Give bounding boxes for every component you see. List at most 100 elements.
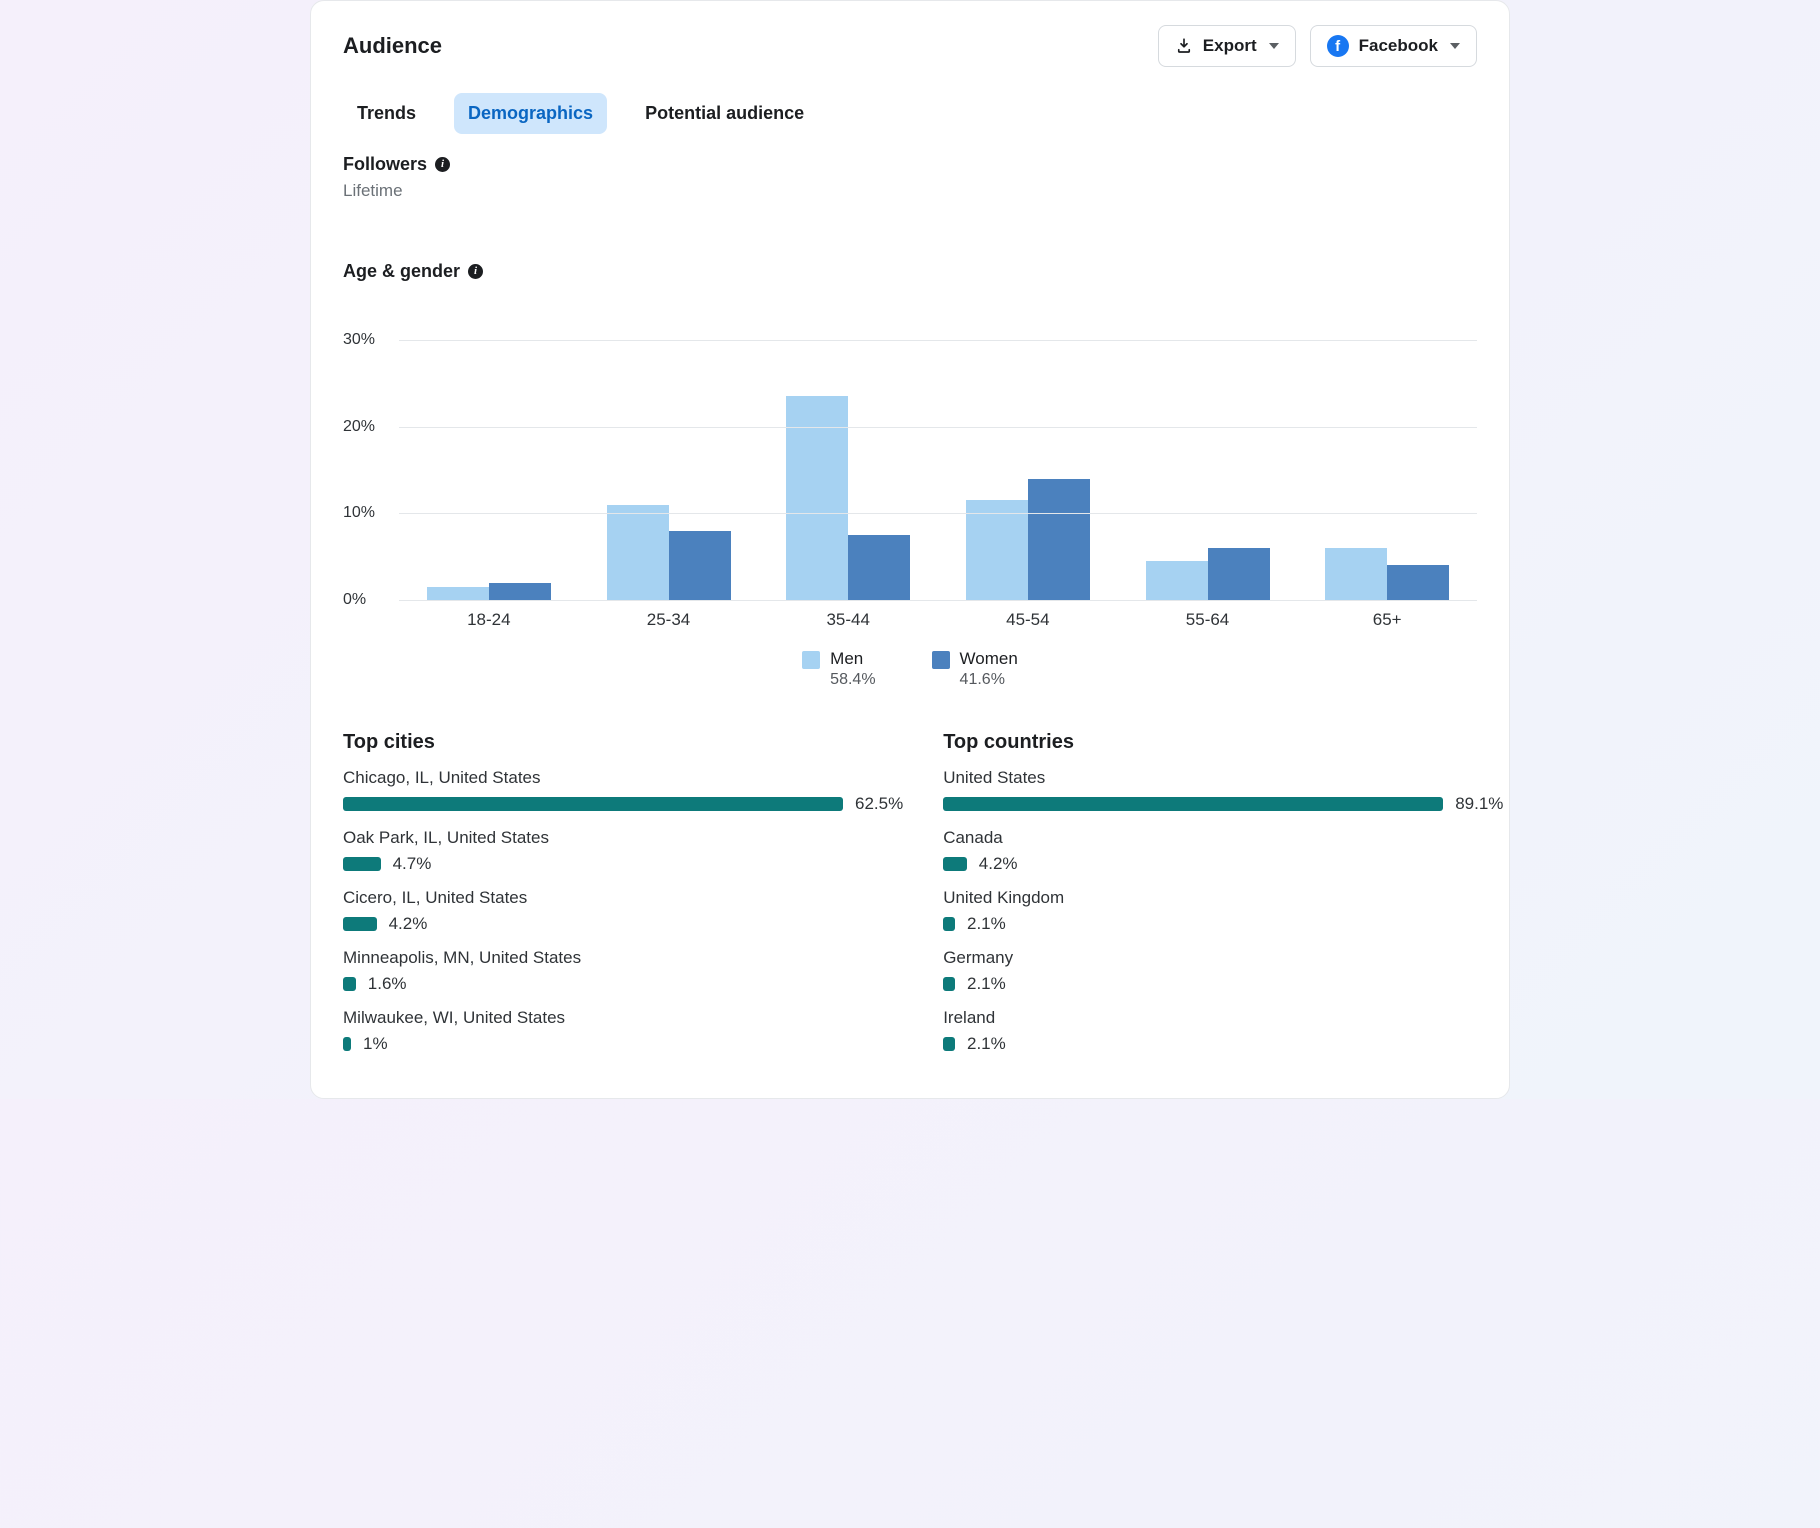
gridline [399, 513, 1477, 514]
card-title: Audience [343, 33, 442, 59]
list-item: Ireland 2.1% [943, 1008, 1503, 1054]
x-tick-label: 45-54 [938, 610, 1118, 630]
bar-women [669, 531, 731, 600]
hbar [943, 797, 1443, 811]
bar-group [938, 340, 1118, 600]
hbar [943, 977, 955, 991]
hbar-value: 4.2% [979, 854, 1018, 874]
legend-women-label: Women [960, 648, 1018, 670]
legend-men-pct: 58.4% [830, 670, 875, 691]
hbar-value: 1.6% [368, 974, 407, 994]
tabs: Trends Demographics Potential audience [343, 93, 1477, 134]
list-item-label: Germany [943, 948, 1503, 968]
hbar-wrap: 2.1% [943, 974, 1503, 994]
list-item-label: Cicero, IL, United States [343, 888, 903, 908]
list-item: Oak Park, IL, United States 4.7% [343, 828, 903, 874]
bar-group [758, 340, 938, 600]
chart-plot [399, 300, 1477, 600]
list-item: Milwaukee, WI, United States 1% [343, 1008, 903, 1054]
platform-label: Facebook [1359, 36, 1438, 56]
hbar-value: 2.1% [967, 974, 1006, 994]
x-tick-label: 35-44 [758, 610, 938, 630]
list-item: Canada 4.2% [943, 828, 1503, 874]
hbar-wrap: 62.5% [343, 794, 903, 814]
bar-women [1208, 548, 1270, 600]
swatch-men [802, 651, 820, 669]
hbar-value: 62.5% [855, 794, 903, 814]
top-cities-title: Top cities [343, 731, 903, 754]
hbar [943, 857, 967, 871]
hbar-wrap: 1.6% [343, 974, 903, 994]
hbar-wrap: 2.1% [943, 1034, 1503, 1054]
gridline [399, 427, 1477, 428]
platform-select[interactable]: f Facebook [1310, 25, 1477, 67]
chevron-down-icon [1269, 43, 1279, 49]
info-icon[interactable]: i [468, 264, 483, 279]
tab-potential-audience[interactable]: Potential audience [631, 93, 818, 134]
hbar [343, 1037, 351, 1051]
bar-men [1146, 561, 1208, 600]
list-item-label: United Kingdom [943, 888, 1503, 908]
hbar [343, 797, 843, 811]
y-tick-label: 10% [343, 504, 375, 522]
hbar-value: 89.1% [1455, 794, 1503, 814]
legend-women: Women 41.6% [932, 648, 1018, 691]
followers-title-row: Followers i [343, 154, 1477, 175]
top-countries: Top countries United States89.1% Canada 4.… [943, 731, 1503, 1068]
age-gender-section: Age & gender i 0%10%20%30% 18-2425-3435-… [343, 261, 1477, 691]
bar-group [1118, 340, 1298, 600]
swatch-women [932, 651, 950, 669]
followers-title: Followers [343, 154, 427, 175]
hbar-wrap: 1% [343, 1034, 903, 1054]
bar-women [489, 583, 551, 600]
list-item-label: Ireland [943, 1008, 1503, 1028]
bar-men [607, 505, 669, 600]
hbar-wrap: 2.1% [943, 914, 1503, 934]
hbar-value: 2.1% [967, 1034, 1006, 1054]
list-item-label: Milwaukee, WI, United States [343, 1008, 903, 1028]
list-item-label: Canada [943, 828, 1503, 848]
hbar-value: 4.2% [389, 914, 428, 934]
export-button[interactable]: Export [1158, 25, 1296, 67]
gridline [399, 600, 1477, 601]
hbar [343, 917, 377, 931]
top-countries-title: Top countries [943, 731, 1503, 754]
header-actions: Export f Facebook [1158, 25, 1477, 67]
facebook-icon: f [1327, 35, 1349, 57]
list-item: United States89.1% [943, 768, 1503, 814]
hbar-wrap: 4.2% [943, 854, 1503, 874]
x-axis-labels: 18-2425-3435-4445-5455-6465+ [399, 610, 1477, 630]
top-cities: Top cities Chicago, IL, United States 62.… [343, 731, 903, 1068]
legend-men: Men 58.4% [802, 648, 875, 691]
list-item: Minneapolis, MN, United States1.6% [343, 948, 903, 994]
export-label: Export [1203, 36, 1257, 56]
legend-women-pct: 41.6% [960, 670, 1018, 691]
chevron-down-icon [1450, 43, 1460, 49]
download-icon [1175, 37, 1193, 55]
hbar-wrap: 89.1% [943, 794, 1503, 814]
tab-demographics[interactable]: Demographics [454, 93, 607, 134]
bar-group [579, 340, 759, 600]
list-item-label: Oak Park, IL, United States [343, 828, 903, 848]
legend-men-label: Men [830, 648, 875, 670]
gridline [399, 340, 1477, 341]
hbar [343, 977, 356, 991]
top-lists: Top cities Chicago, IL, United States 62.… [343, 731, 1477, 1068]
hbar [943, 1037, 955, 1051]
card-header: Audience Export f Facebook [343, 25, 1477, 75]
y-tick-label: 30% [343, 331, 375, 349]
hbar [943, 917, 955, 931]
bar-women [1387, 565, 1449, 600]
age-gender-chart: 0%10%20%30% [343, 300, 1477, 600]
hbar-wrap: 4.7% [343, 854, 903, 874]
x-tick-label: 55-64 [1118, 610, 1298, 630]
bar-groups [399, 340, 1477, 600]
list-item-label: Chicago, IL, United States [343, 768, 903, 788]
hbar-value: 1% [363, 1034, 388, 1054]
tab-trends[interactable]: Trends [343, 93, 430, 134]
list-item: Germany 2.1% [943, 948, 1503, 994]
info-icon[interactable]: i [435, 157, 450, 172]
age-gender-title: Age & gender [343, 261, 460, 282]
y-tick-label: 0% [343, 591, 366, 609]
x-tick-label: 65+ [1297, 610, 1477, 630]
